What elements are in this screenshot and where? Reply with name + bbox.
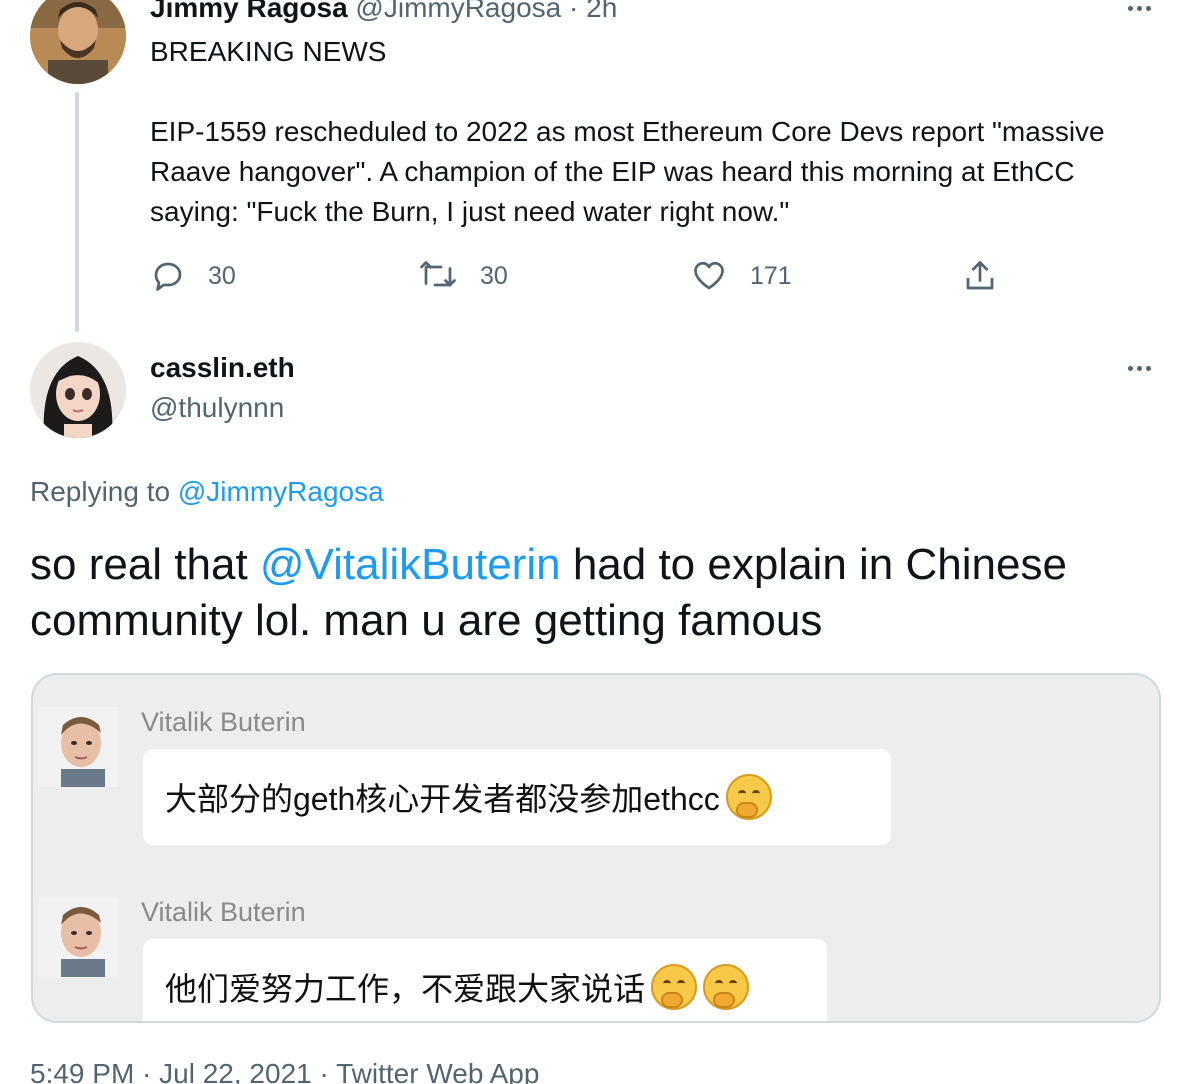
reply-icon — [154, 262, 182, 291]
jimmy-avatar[interactable] — [30, 0, 126, 84]
thinking-face-emoji — [651, 964, 698, 1010]
parent-author-name[interactable]: Jimmy Ragosa — [150, 0, 348, 23]
thread-connector-line — [75, 92, 79, 332]
heart-icon — [694, 261, 724, 290]
replying-to-link[interactable]: @JimmyRagosa — [178, 476, 384, 507]
main-tweet-text-line1: so real that @VitalikButerin had to expl… — [30, 540, 1067, 590]
chat-avatar-1 — [39, 707, 119, 787]
tweet-timestamp[interactable]: 5:49 PM · Jul 22, 2021 · Twitter Web App — [30, 1058, 539, 1084]
main-more-icon[interactable] — [1128, 366, 1151, 371]
chat-message-1: 大部分的geth核心开发者都没参加ethcc — [165, 781, 720, 817]
chat-bubble-2: 他们爱努力工作，不爱跟大家说话 — [143, 939, 827, 1021]
parent-more-icon[interactable] — [1128, 6, 1151, 11]
replying-to-line: Replying to @JimmyRagosa — [30, 476, 384, 508]
casslin-avatar[interactable] — [30, 342, 126, 438]
chat-bubble-1: 大部分的geth核心开发者都没参加ethcc — [143, 749, 891, 845]
replying-prefix: Replying to — [30, 476, 171, 507]
parent-tweet-body-line2: Raave hangover". A champion of the EIP w… — [150, 156, 1075, 187]
share-action[interactable] — [962, 258, 998, 294]
header-separator: · — [569, 0, 579, 23]
retweet-count: 30 — [480, 261, 508, 290]
main-tweet-text-line2: community lol. man u are getting famous — [30, 596, 823, 645]
mention-link[interactable]: @VitalikButerin — [260, 540, 561, 589]
reply-count: 30 — [208, 261, 236, 290]
reply-action[interactable]: 30 — [150, 258, 236, 294]
parent-tweet-body-line1: EIP-1559 rescheduled to 2022 as most Eth… — [150, 116, 1105, 147]
main-author-handle[interactable]: @thulynnn — [150, 392, 284, 424]
text-after-mention: had to explain in Chinese — [572, 540, 1067, 589]
retweet-action[interactable]: 30 — [418, 258, 508, 294]
parent-author-handle[interactable]: @JimmyRagosa — [355, 0, 561, 23]
like-count: 171 — [750, 261, 792, 290]
main-author-name[interactable]: casslin.eth — [150, 352, 295, 384]
parent-tweet-time[interactable]: 2h — [586, 0, 617, 23]
chat-avatar-2 — [39, 897, 119, 977]
attached-image[interactable]: Vitalik Buterin 大部分的geth核心开发者都没参加ethcc V… — [31, 673, 1161, 1023]
chat-message-2: 他们爱努力工作，不爱跟大家说话 — [165, 971, 646, 1007]
text-before-mention: so real that — [30, 540, 248, 589]
thinking-face-emoji — [725, 774, 772, 820]
retweet-icon — [420, 261, 456, 287]
parent-tweet-line1: BREAKING NEWS — [150, 36, 387, 67]
share-icon — [966, 261, 994, 290]
chat-sender-name-1: Vitalik Buterin — [141, 707, 306, 737]
parent-tweet-header: Jimmy Ragosa @JimmyRagosa · 2h — [150, 0, 617, 24]
like-action[interactable]: 171 — [690, 258, 792, 294]
thinking-face-emoji — [703, 964, 750, 1010]
chat-sender-name-2: Vitalik Buterin — [141, 897, 306, 927]
parent-tweet-body-line3: saying: "Fuck the Burn, I just need wate… — [150, 196, 790, 227]
